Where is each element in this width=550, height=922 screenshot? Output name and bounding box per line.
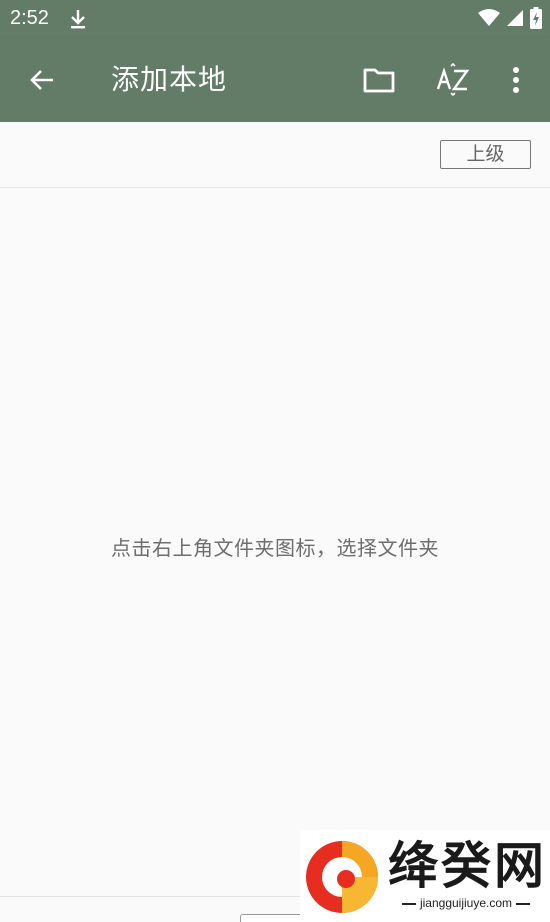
back-button[interactable] xyxy=(22,60,62,100)
download-icon xyxy=(68,8,88,34)
divider xyxy=(0,896,300,897)
watermark: 绛癸网 jiangguijiuye.com xyxy=(300,830,550,922)
status-time: 2:52 xyxy=(10,7,49,29)
toolbar: 添加本地 xyxy=(0,38,550,122)
watermark-logo-icon xyxy=(304,838,380,920)
more-vert-icon xyxy=(513,67,519,93)
wifi-icon xyxy=(478,9,500,31)
watermark-name: 绛癸网 xyxy=(388,836,547,895)
path-bar: 上级 xyxy=(0,122,550,188)
signal-icon xyxy=(506,9,524,31)
sort-az-icon xyxy=(436,63,470,97)
arrow-back-icon xyxy=(30,70,53,90)
folder-button[interactable] xyxy=(358,60,400,100)
parent-folder-button[interactable]: 上级 xyxy=(440,140,531,169)
empty-state-hint: 点击右上角文件夹图标，选择文件夹 xyxy=(111,536,439,560)
more-options-button[interactable] xyxy=(498,60,534,100)
folder-icon xyxy=(363,68,395,93)
watermark-url: jiangguijiuye.com xyxy=(384,896,548,910)
status-bar: 2:52 xyxy=(0,0,550,38)
battery-charging-icon xyxy=(530,7,542,33)
sort-az-button[interactable] xyxy=(432,58,474,102)
page-title: 添加本地 xyxy=(111,63,228,96)
status-icons xyxy=(478,7,542,33)
